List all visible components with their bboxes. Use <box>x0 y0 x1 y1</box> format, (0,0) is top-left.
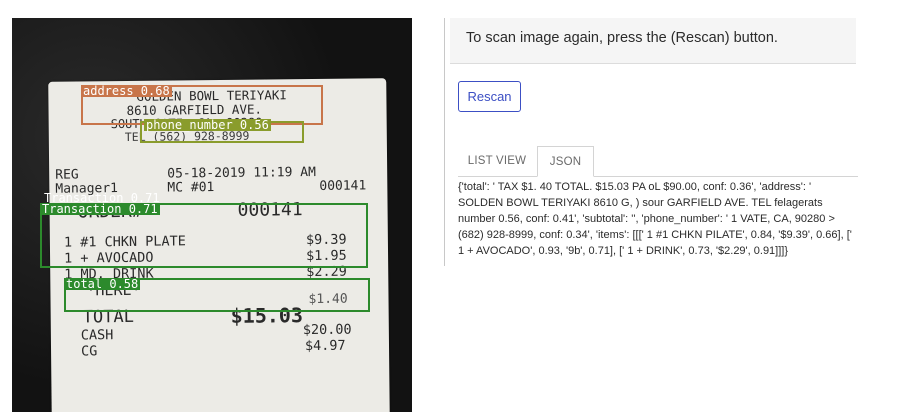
scanned-receipt-image: GOLDEN BOWL TERIYAKI 8610 GARFIELD AVE. … <box>12 18 412 412</box>
receipt-cg-label: CG <box>80 343 98 360</box>
receipt-scanner-page: GOLDEN BOWL TERIYAKI 8610 GARFIELD AVE. … <box>0 0 900 412</box>
receipt-date: 05-18-2019 11:19 AM <box>167 164 316 182</box>
phone-detection-label: phone_number 0.56 <box>144 118 271 132</box>
tab-list-view[interactable]: LIST VIEW <box>458 146 536 177</box>
address-detection-label: address 0.68 <box>81 84 172 98</box>
rescan-hint-text: To scan image again, press the (Rescan) … <box>466 30 778 46</box>
receipt-cg-amount: $4.97 <box>304 337 346 355</box>
total-detection-label: total 0.58 <box>64 277 141 291</box>
rescan-hint-panel: To scan image again, press the (Rescan) … <box>450 18 856 64</box>
receipt-cash-label: CASH <box>80 327 114 344</box>
receipt-mc: MC #01 <box>167 180 215 196</box>
result-tabs: LIST VIEW JSON <box>458 146 858 177</box>
tab-json[interactable]: JSON <box>537 146 594 177</box>
panel-divider <box>444 18 445 266</box>
transaction-detection-label: Transaction 0.71 <box>40 202 160 216</box>
receipt-reg: REG <box>55 167 79 183</box>
receipt-cash-amount: $20.00 <box>302 321 352 339</box>
json-output-text: {'total': ' TAX $1. 40 TOTAL. $15.03 PA … <box>458 181 852 257</box>
rescan-button[interactable]: Rescan <box>458 81 521 112</box>
receipt-ticket: 000141 <box>319 178 367 194</box>
